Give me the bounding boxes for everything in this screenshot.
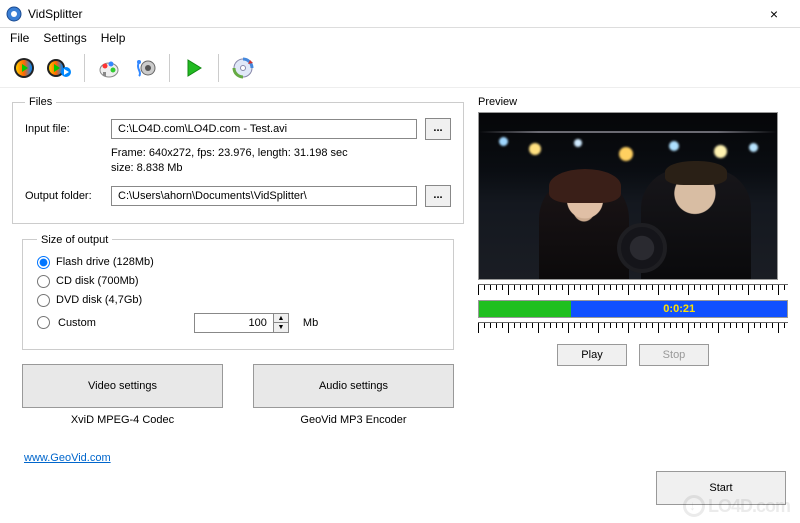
open-file-button[interactable] — [8, 52, 40, 84]
progress-bar[interactable]: 0:0:21 — [478, 300, 788, 318]
menu-help[interactable]: Help — [101, 31, 126, 45]
close-button[interactable]: × — [754, 6, 794, 22]
add-file-button[interactable] — [44, 52, 76, 84]
geovid-link[interactable]: www.GeoVid.com — [24, 452, 111, 464]
video-settings-button-main[interactable]: Video settings — [22, 364, 223, 408]
radio-cd[interactable] — [37, 275, 50, 288]
video-codec-label: XviD MPEG-4 Codec — [22, 414, 223, 426]
files-group: Files Input file: ... Frame: 640x272, fp… — [12, 96, 464, 224]
toolbar-separator — [169, 54, 170, 82]
app-title: VidSplitter — [28, 7, 754, 21]
radio-flash[interactable] — [37, 256, 50, 269]
app-icon — [6, 6, 22, 22]
audio-settings-button[interactable] — [129, 52, 161, 84]
custom-size-field[interactable] — [194, 313, 274, 333]
watermark: LO4D.com — [683, 495, 790, 517]
toolbar-separator — [84, 54, 85, 82]
video-settings-button[interactable] — [93, 52, 125, 84]
size-legend: Size of output — [37, 234, 112, 246]
files-legend: Files — [25, 96, 56, 108]
spinner-up[interactable]: ▲ — [274, 314, 288, 323]
menu-file[interactable]: File — [10, 31, 29, 45]
ruler-top[interactable] — [478, 284, 788, 298]
menu-settings[interactable]: Settings — [43, 31, 86, 45]
toolbar-separator — [218, 54, 219, 82]
spinner-down[interactable]: ▼ — [274, 323, 288, 332]
titlebar: VidSplitter × — [0, 0, 800, 28]
play-control-button[interactable]: Play — [557, 344, 627, 366]
browse-output-button[interactable]: ... — [425, 185, 451, 207]
menubar: File Settings Help — [0, 28, 800, 48]
audio-codec-label: GeoVid MP3 Encoder — [253, 414, 454, 426]
browse-input-button[interactable]: ... — [425, 118, 451, 140]
file-info: Frame: 640x272, fps: 23.976, length: 31.… — [111, 146, 451, 177]
play-button[interactable] — [178, 52, 210, 84]
preview-box — [478, 112, 778, 280]
output-folder-field[interactable] — [111, 186, 417, 206]
audio-settings-button-main[interactable]: Audio settings — [253, 364, 454, 408]
radio-custom[interactable] — [37, 316, 50, 329]
radio-dvd[interactable] — [37, 294, 50, 307]
output-folder-label: Output folder: — [25, 190, 103, 202]
burn-button[interactable] — [227, 52, 259, 84]
input-file-field[interactable] — [111, 119, 417, 139]
toolbar — [0, 48, 800, 88]
input-file-label: Input file: — [25, 123, 103, 135]
progress-time: 0:0:21 — [571, 301, 787, 317]
preview-label: Preview — [478, 96, 788, 108]
stop-control-button[interactable]: Stop — [639, 344, 709, 366]
ruler-bottom[interactable] — [478, 322, 788, 336]
size-group: Size of output Flash drive (128Mb) CD di… — [22, 234, 454, 350]
